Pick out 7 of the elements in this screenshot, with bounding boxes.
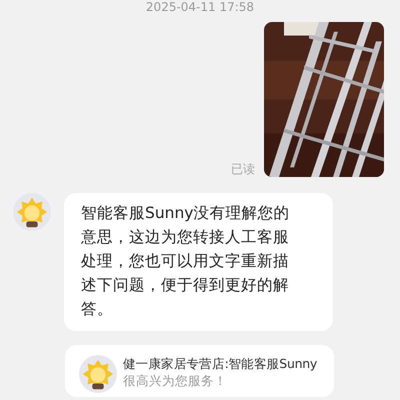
- welcome-text: 很高兴为您服务！: [123, 373, 228, 389]
- shop-title: 健一康家居专营店:智能客服Sunny: [123, 355, 317, 373]
- avatar[interactable]: [79, 355, 117, 393]
- avatar[interactable]: [13, 193, 51, 231]
- message-bubble: 智能客服Sunny没有理解您的意思，这边为您转接人工客服处理，您也可以用文字重新描述下问题，便于得到更好的解答。: [64, 193, 333, 331]
- timestamp: 2025-04-11 17:58: [144, 0, 256, 14]
- read-receipt: 已读: [231, 162, 255, 176]
